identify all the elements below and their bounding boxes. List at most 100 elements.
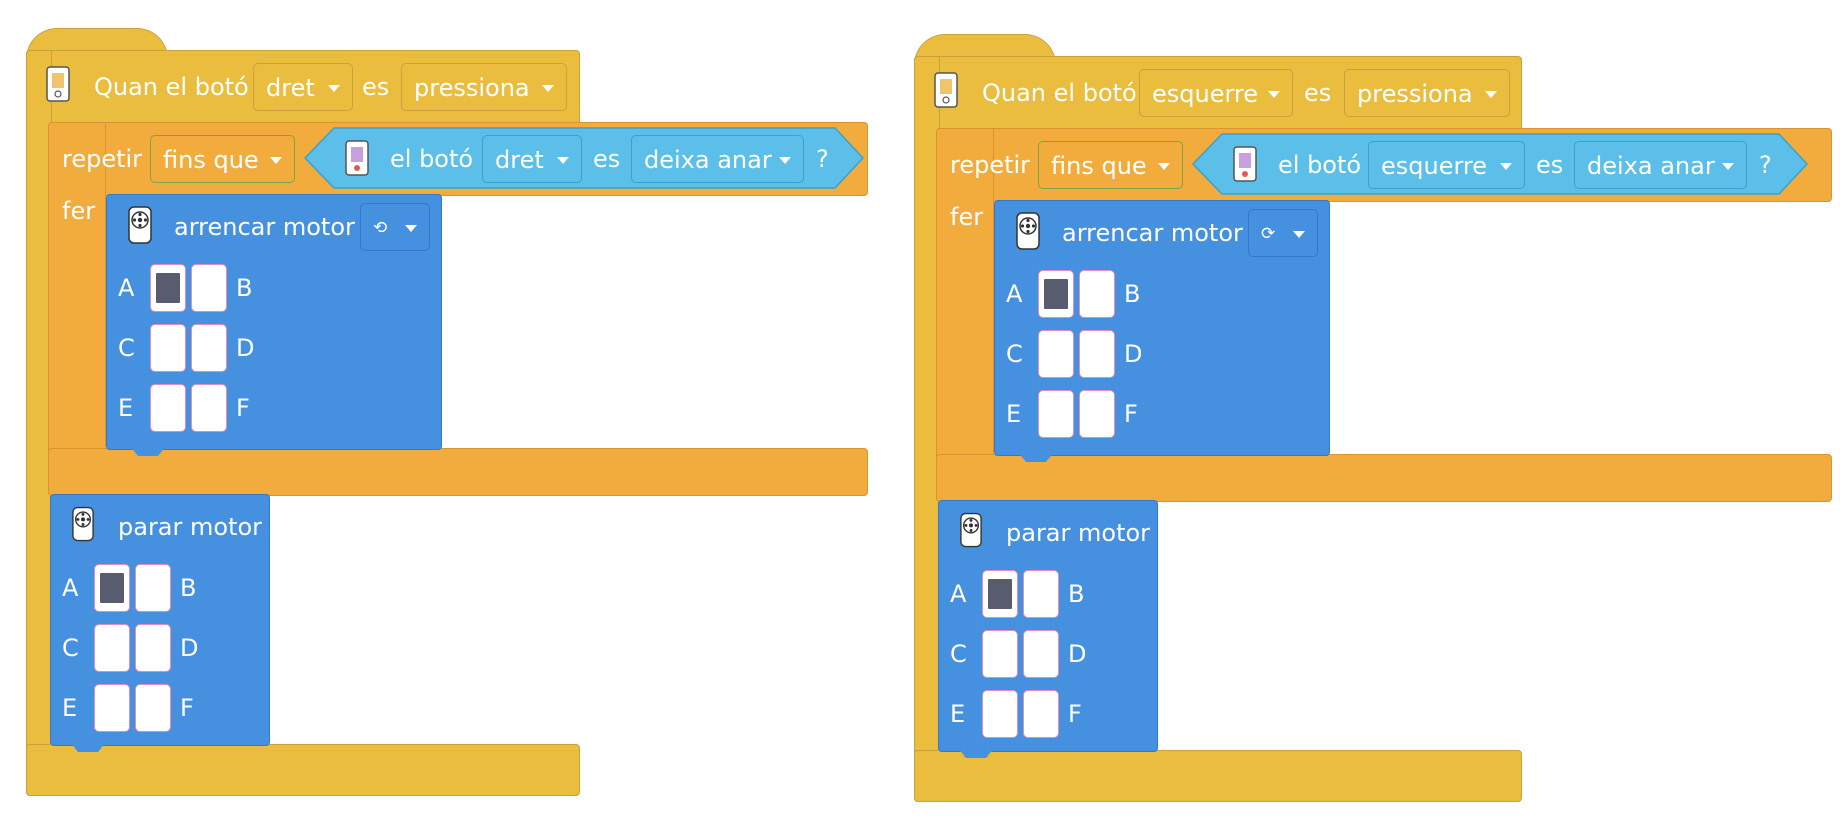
motor-port-d-toggle[interactable] bbox=[135, 624, 171, 672]
condition-state-dropdown[interactable]: deixa anar bbox=[1574, 141, 1747, 189]
stop-motor-label: parar motor bbox=[1006, 519, 1151, 547]
chevron-down-icon bbox=[1722, 163, 1734, 170]
motor-port-e-toggle[interactable] bbox=[982, 690, 1018, 738]
motor-port-a-toggle[interactable] bbox=[1038, 270, 1074, 318]
condition-es-label: es bbox=[593, 145, 621, 173]
condition-question-mark: ? bbox=[816, 145, 829, 173]
motor-port-label: D bbox=[180, 634, 199, 662]
motor-port-b-toggle[interactable] bbox=[1023, 570, 1059, 618]
motor-port-label: B bbox=[1068, 580, 1085, 608]
motor-port-label: D bbox=[236, 334, 255, 362]
repeat-label: repetir bbox=[950, 151, 1031, 179]
motor-port-label: E bbox=[950, 700, 966, 728]
motor-port-label: C bbox=[1006, 340, 1023, 368]
motor-port-f-toggle[interactable] bbox=[135, 684, 171, 732]
motor-port-label: A bbox=[118, 274, 135, 302]
repeat-do-label: fer bbox=[950, 203, 984, 231]
motor-port-e-toggle[interactable] bbox=[150, 384, 186, 432]
motor-port-grid: A B C D E F bbox=[118, 264, 268, 440]
chevron-down-icon bbox=[779, 157, 791, 164]
motor-port-label: E bbox=[1006, 400, 1022, 428]
motor-port-d-toggle[interactable] bbox=[191, 324, 227, 372]
motor-port-c-toggle[interactable] bbox=[982, 630, 1018, 678]
motor-port-label: A bbox=[950, 580, 967, 608]
block-connector-notch bbox=[70, 742, 106, 752]
motor-port-d-toggle[interactable] bbox=[1079, 330, 1115, 378]
motor-icon bbox=[1016, 212, 1040, 250]
motor-port-grid: A B C D E F bbox=[62, 564, 212, 740]
motor-port-a-toggle[interactable] bbox=[94, 564, 130, 612]
repeat-mode-dropdown[interactable]: fins que bbox=[150, 135, 295, 183]
motor-direction-dropdown[interactable]: ⟳ bbox=[1248, 209, 1318, 257]
phone-icon bbox=[46, 66, 70, 102]
motor-port-label: F bbox=[1068, 700, 1082, 728]
motor-port-label: E bbox=[62, 694, 78, 722]
condition-label: el botó bbox=[1278, 151, 1362, 179]
motor-direction-dropdown[interactable]: ⟲ bbox=[360, 203, 430, 251]
motor-port-f-toggle[interactable] bbox=[1079, 390, 1115, 438]
motor-port-c-toggle[interactable] bbox=[94, 624, 130, 672]
motor-port-b-toggle[interactable] bbox=[191, 264, 227, 312]
chevron-down-icon bbox=[1158, 163, 1170, 170]
motor-port-label: F bbox=[180, 694, 194, 722]
motor-port-d-toggle[interactable] bbox=[1023, 630, 1059, 678]
hat-bottom-bar bbox=[26, 744, 580, 796]
hat-action-dropdown[interactable]: pressiona bbox=[1344, 69, 1510, 117]
repeat-mode-dropdown[interactable]: fins que bbox=[1038, 141, 1183, 189]
condition-state-dropdown[interactable]: deixa anar bbox=[631, 135, 804, 183]
phone-icon bbox=[345, 140, 369, 176]
repeat-do-label: fer bbox=[62, 197, 96, 225]
motor-port-e-toggle[interactable] bbox=[94, 684, 130, 732]
motor-port-f-toggle[interactable] bbox=[1023, 690, 1059, 738]
repeat-spine bbox=[936, 128, 994, 502]
condition-question-mark: ? bbox=[1759, 151, 1772, 179]
hat-es-label: es bbox=[1304, 79, 1332, 107]
motor-port-c-toggle[interactable] bbox=[150, 324, 186, 372]
hat-when-label: Quan el botó bbox=[94, 73, 249, 101]
motor-icon bbox=[960, 512, 982, 548]
phone-icon bbox=[1233, 146, 1257, 182]
motor-port-a-toggle[interactable] bbox=[150, 264, 186, 312]
chevron-down-icon bbox=[1293, 231, 1305, 238]
hat-bottom-bar bbox=[914, 750, 1522, 802]
motor-port-label: D bbox=[1068, 640, 1087, 668]
repeat-bottom-bar bbox=[48, 448, 868, 496]
stop-motor-label: parar motor bbox=[118, 513, 263, 541]
motor-port-label: C bbox=[950, 640, 967, 668]
condition-es-label: es bbox=[1536, 151, 1564, 179]
chevron-down-icon bbox=[542, 85, 554, 92]
hat-action-dropdown[interactable]: pressiona bbox=[401, 63, 567, 111]
motor-port-b-toggle[interactable] bbox=[1079, 270, 1115, 318]
hat-button-dropdown[interactable]: esquerre bbox=[1139, 69, 1293, 117]
motor-port-grid: A B C D E F bbox=[950, 570, 1100, 746]
motor-port-label: B bbox=[236, 274, 253, 302]
block-connector-notch bbox=[130, 446, 166, 456]
motor-port-label: F bbox=[236, 394, 250, 422]
motor-port-label: A bbox=[62, 574, 79, 602]
motor-port-e-toggle[interactable] bbox=[1038, 390, 1074, 438]
chevron-down-icon bbox=[1500, 163, 1512, 170]
condition-button-dropdown[interactable]: dret bbox=[482, 135, 582, 183]
block-connector-notch bbox=[958, 748, 994, 758]
motor-port-label: C bbox=[62, 634, 79, 662]
motor-port-a-toggle[interactable] bbox=[982, 570, 1018, 618]
motor-port-grid: A B C D E F bbox=[1006, 270, 1156, 446]
repeat-label: repetir bbox=[62, 145, 143, 173]
hat-es-label: es bbox=[362, 73, 390, 101]
motor-port-c-toggle[interactable] bbox=[1038, 330, 1074, 378]
chevron-down-icon bbox=[328, 85, 340, 92]
hat-when-label: Quan el botó bbox=[982, 79, 1137, 107]
chevron-down-icon bbox=[1268, 91, 1280, 98]
phone-icon bbox=[934, 72, 958, 108]
chevron-down-icon bbox=[405, 225, 417, 232]
condition-label: el botó bbox=[390, 145, 474, 173]
motor-port-label: F bbox=[1124, 400, 1138, 428]
motor-port-f-toggle[interactable] bbox=[191, 384, 227, 432]
repeat-spine bbox=[48, 122, 106, 496]
chevron-down-icon bbox=[1485, 91, 1497, 98]
motor-icon bbox=[72, 506, 94, 542]
hat-button-dropdown[interactable]: dret bbox=[253, 63, 353, 111]
motor-port-b-toggle[interactable] bbox=[135, 564, 171, 612]
motor-port-label: E bbox=[118, 394, 134, 422]
condition-button-dropdown[interactable]: esquerre bbox=[1368, 141, 1525, 189]
